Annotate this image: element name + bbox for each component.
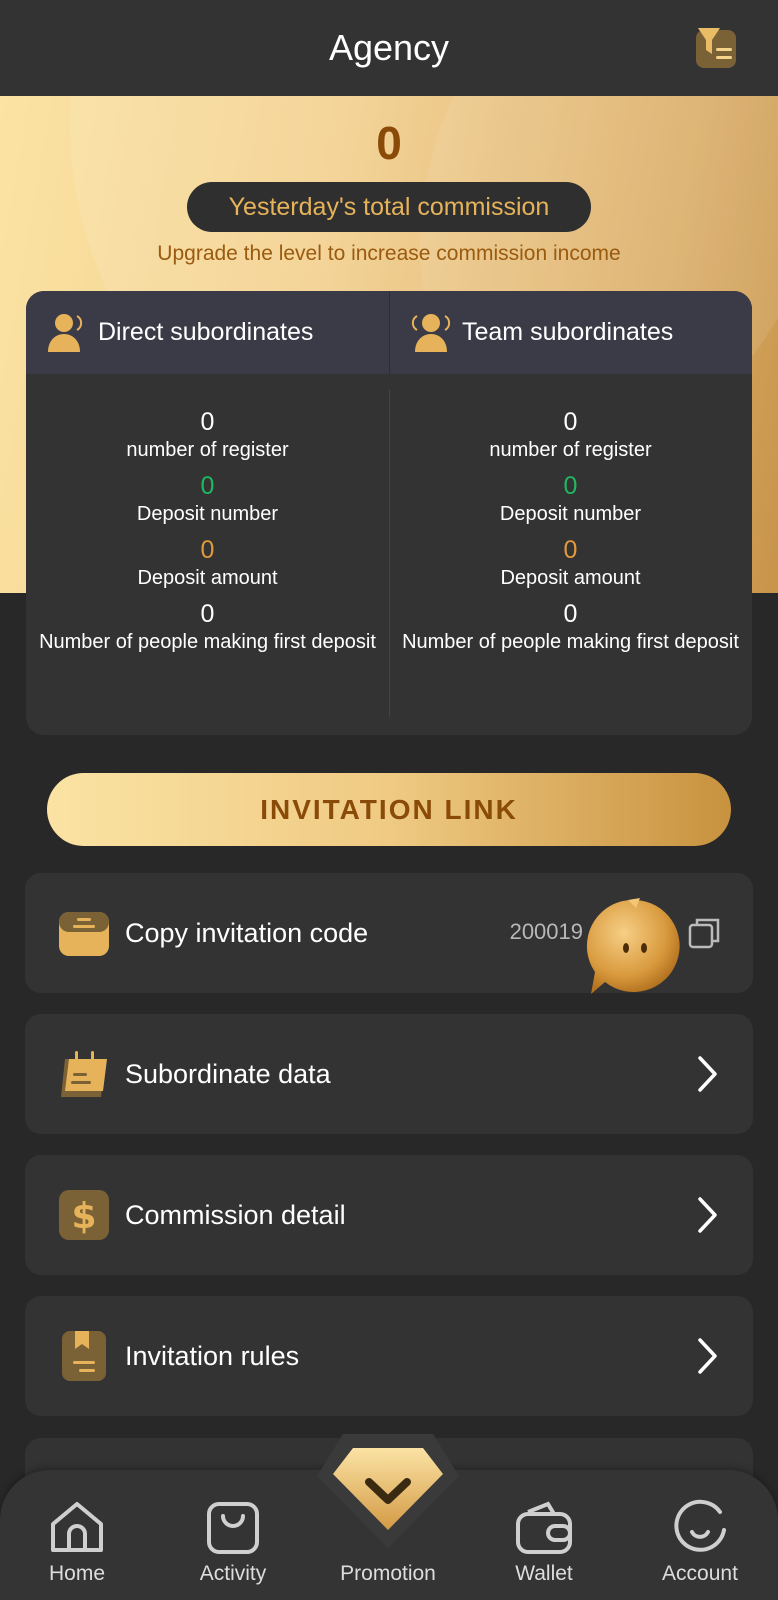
nav-home-label: Home — [48, 1562, 106, 1585]
copy-invitation-code-label: Copy invitation code — [125, 917, 369, 948]
nav-wallet-label: Wallet — [515, 1562, 573, 1585]
subordinate-data-label: Subordinate data — [125, 1058, 331, 1089]
stats-header: Direct subordinates Team subordinates — [26, 291, 752, 374]
dollar-icon: $ — [59, 1190, 109, 1240]
commission-detail-label: Commission detail — [125, 1199, 346, 1230]
stat-deposit-amount: 0 Deposit amount — [500, 536, 641, 589]
invitation-rules-row[interactable]: Invitation rules — [25, 1296, 753, 1416]
filter-icon[interactable] — [694, 26, 738, 70]
team-subordinates-title: Team subordinates — [462, 318, 674, 346]
page-title: Agency — [328, 27, 450, 68]
yesterday-commission-value: 0 — [376, 117, 402, 169]
nav-home[interactable]: Home — [12, 1470, 142, 1600]
inbox-icon — [59, 912, 109, 956]
account-icon — [674, 1499, 726, 1552]
home-icon — [51, 1502, 103, 1552]
upgrade-hint: Upgrade the level to increase commission… — [157, 242, 621, 265]
stat-first-deposit: 0 Number of people making first deposit — [39, 600, 376, 653]
chevron-right-icon — [698, 1197, 717, 1233]
direct-subordinates-header: Direct subordinates — [26, 291, 389, 374]
calendar-icon — [61, 1051, 107, 1097]
nav-account[interactable]: Account — [635, 1470, 765, 1600]
diamond-icon — [333, 1448, 443, 1530]
stat-register: 0 number of register — [126, 408, 289, 461]
invitation-rules-label: Invitation rules — [125, 1340, 300, 1371]
customer-service-chat-icon[interactable] — [584, 896, 686, 998]
nav-account-label: Account — [662, 1562, 738, 1585]
nav-activity[interactable]: Activity — [168, 1470, 298, 1600]
direct-subordinates-title: Direct subordinates — [98, 318, 314, 346]
team-icon — [411, 313, 451, 352]
stat-register: 0 number of register — [489, 408, 652, 461]
chevron-right-icon — [698, 1338, 717, 1374]
nav-promotion-label: Promotion — [340, 1562, 436, 1585]
svg-text:$: $ — [71, 1196, 96, 1237]
wallet-icon — [516, 1501, 572, 1554]
team-subordinates-header: Team subordinates — [389, 291, 752, 374]
stats-body: 0 number of register 0 Deposit number 0 … — [26, 374, 752, 735]
stat-deposit-amount: 0 Deposit amount — [137, 536, 278, 589]
top-bar: Agency — [0, 0, 778, 96]
invitation-link-button[interactable]: INVITATION LINK — [47, 773, 731, 846]
direct-stats-column: 0 number of register 0 Deposit number 0 … — [26, 374, 389, 735]
stat-deposit-number: 0 Deposit number — [136, 472, 279, 525]
yesterday-commission-label: Yesterday's total commission — [187, 182, 591, 232]
stat-deposit-number: 0 Deposit number — [499, 472, 642, 525]
copy-icon[interactable] — [687, 915, 723, 951]
nav-wallet[interactable]: Wallet — [479, 1470, 609, 1600]
shopping-bag-icon — [207, 1502, 259, 1554]
commission-detail-row[interactable]: $ Commission detail — [25, 1155, 753, 1275]
rules-book-icon — [62, 1331, 106, 1381]
subordinate-data-row[interactable]: Subordinate data — [25, 1014, 753, 1134]
invitation-code-value: 200019 — [509, 919, 583, 944]
nav-activity-label: Activity — [199, 1562, 267, 1585]
team-stats-column: 0 number of register 0 Deposit number 0 … — [389, 374, 752, 735]
chevron-right-icon — [698, 1056, 717, 1092]
subordinates-stats-card: Direct subordinates Team subordinates 0 … — [26, 291, 752, 735]
nav-promotion[interactable] — [313, 1430, 463, 1550]
person-icon — [48, 313, 83, 352]
stat-first-deposit: 0 Number of people making first deposit — [402, 600, 739, 653]
